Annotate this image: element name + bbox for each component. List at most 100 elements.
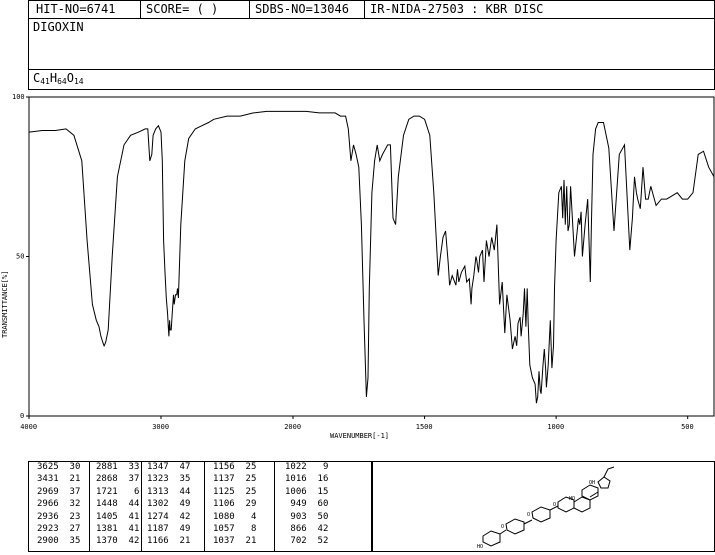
- peak-transmittance: 41: [117, 511, 140, 522]
- spectrum-line: [28, 110, 715, 404]
- peak-wavenumber: 3431: [37, 474, 59, 485]
- table-row: 1125 25: [213, 487, 256, 498]
- peak-transmittance: 35: [168, 474, 191, 485]
- peak-wavenumber: 1006: [285, 486, 307, 497]
- table-row: 1166 21: [147, 536, 190, 547]
- table-row: 3431 21: [37, 474, 80, 485]
- peak-wavenumber: 1313: [147, 486, 169, 497]
- header-divider: [364, 0, 365, 19]
- svg-text:HO: HO: [477, 544, 483, 550]
- table-row: 1274 42: [147, 512, 190, 523]
- svg-text:OH: OH: [589, 480, 595, 486]
- header-divider: [249, 0, 250, 19]
- peak-wavenumber: 1080: [213, 511, 235, 522]
- score-field: SCORE= ( ): [146, 2, 219, 16]
- table-row: 1006 15: [285, 487, 328, 498]
- peak-wavenumber: 1347: [147, 462, 169, 472]
- table-row: 1347 47: [147, 462, 190, 473]
- table-row: 1405 41: [96, 512, 139, 523]
- peak-wavenumber: 2868: [96, 474, 118, 485]
- molecular-formula: C41H64O14: [33, 71, 84, 86]
- peak-transmittance: 6: [117, 486, 140, 497]
- header-line: [28, 18, 715, 19]
- table-column-divider: [89, 461, 90, 552]
- peak-transmittance: 52: [306, 536, 329, 547]
- peak-transmittance: 44: [117, 499, 140, 510]
- peak-transmittance: 9: [306, 462, 329, 472]
- y-tick-label: 100: [12, 93, 25, 101]
- peak-wavenumber: 1323: [147, 474, 169, 485]
- peak-transmittance: 47: [168, 462, 191, 472]
- peak-wavenumber: 1125: [213, 486, 235, 497]
- peak-transmittance: 49: [168, 499, 191, 510]
- x-tick-label: 4000: [20, 423, 37, 431]
- table-row: 2868 37: [96, 474, 139, 485]
- peak-wavenumber: 1448: [96, 499, 118, 510]
- ir-nida-info: IR-NIDA-27503 : KBR DISC: [370, 2, 544, 16]
- table-column-divider: [204, 461, 205, 552]
- peak-transmittance: 25: [234, 462, 257, 472]
- table-row: 903 50: [285, 512, 328, 523]
- table-row: 2966 32: [37, 499, 80, 510]
- y-tick-label: 0: [20, 412, 24, 420]
- peak-transmittance: 25: [234, 486, 257, 497]
- peak-wavenumber: 1156: [213, 462, 235, 472]
- x-tick-label: 500: [681, 423, 694, 431]
- peak-wavenumber: 1721: [96, 486, 118, 497]
- peak-wavenumber: 1166: [147, 536, 169, 547]
- peak-transmittance: 33: [117, 462, 140, 472]
- table-row: 1022 9: [285, 462, 328, 473]
- peak-transmittance: 60: [306, 499, 329, 510]
- peak-wavenumber: 1302: [147, 499, 169, 510]
- compound-name: DIGOXIN: [33, 20, 84, 34]
- table-row: 702 52: [285, 536, 328, 547]
- peak-wavenumber: 2969: [37, 486, 59, 497]
- x-axis-label: WAVENUMBER[-1]: [330, 432, 389, 440]
- header-divider: [140, 0, 141, 19]
- table-row: 1187 49: [147, 524, 190, 535]
- peak-transmittance: 8: [234, 524, 257, 534]
- peak-wavenumber: 2936: [37, 511, 59, 522]
- peak-wavenumber: 2900: [37, 536, 59, 547]
- peak-transmittance: 15: [306, 486, 329, 497]
- peak-transmittance: 42: [168, 511, 191, 522]
- peak-transmittance: 42: [306, 524, 329, 534]
- table-row: 1721 6: [96, 487, 139, 498]
- table-row: 2936 23: [37, 512, 80, 523]
- table-row: 866 42: [285, 524, 328, 535]
- peak-wavenumber: 1187: [147, 524, 169, 534]
- peak-transmittance: 37: [117, 474, 140, 485]
- peak-transmittance: 16: [306, 474, 329, 485]
- plot-frame: [28, 96, 715, 417]
- structure-panel: HO O O O HO OH: [372, 461, 715, 552]
- table-row: 1016 16: [285, 474, 328, 485]
- peak-transmittance: 21: [58, 474, 81, 485]
- table-row: 1156 25: [213, 462, 256, 473]
- x-tick-label: 3000: [152, 423, 169, 431]
- x-tick-label: 1500: [416, 423, 433, 431]
- peak-transmittance: 35: [58, 536, 81, 547]
- table-row: 3625 30: [37, 462, 80, 473]
- peak-transmittance: 21: [168, 536, 191, 547]
- table-row: 949 60: [285, 499, 328, 510]
- table-column-divider: [274, 461, 275, 552]
- peak-transmittance: 41: [117, 524, 140, 534]
- peak-wavenumber: 866: [285, 524, 307, 534]
- table-row: 1037 21: [213, 536, 256, 547]
- table-row: 1370 42: [96, 536, 139, 547]
- table-row: 1323 35: [147, 474, 190, 485]
- peak-wavenumber: 1057: [213, 524, 235, 534]
- hit-number: HIT-NO=6741: [36, 2, 116, 16]
- ir-spectrum-chart: 0 50 100 4000 3000 2000 1500 1000 500 TRANSMITT…: [1, 93, 715, 440]
- peak-transmittance: 49: [168, 524, 191, 534]
- peak-wavenumber: 949: [285, 499, 307, 510]
- peak-transmittance: 44: [168, 486, 191, 497]
- table-row: 1057 8: [213, 524, 256, 535]
- sdbs-number: SDBS-NO=13046: [255, 2, 349, 16]
- peak-wavenumber: 1274: [147, 511, 169, 522]
- x-tick-label: 2000: [284, 423, 301, 431]
- table-row: 1448 44: [96, 499, 139, 510]
- peak-wavenumber: 1137: [213, 474, 235, 485]
- peak-transmittance: 29: [234, 499, 257, 510]
- x-tick-label: 1000: [547, 423, 564, 431]
